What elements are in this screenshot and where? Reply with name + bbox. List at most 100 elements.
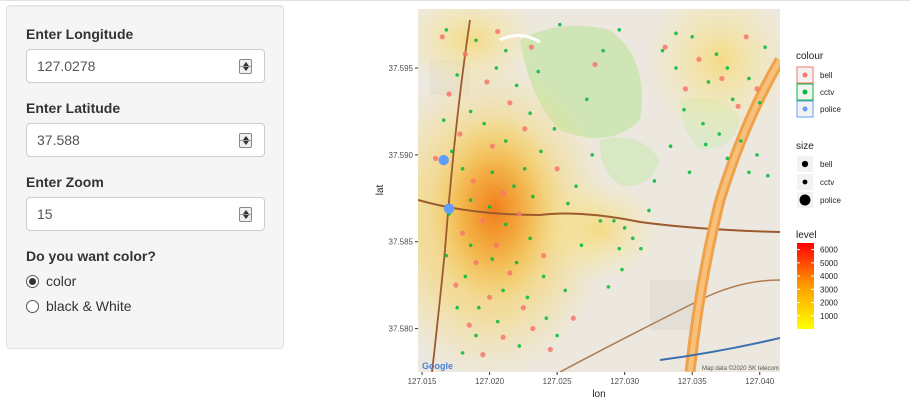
legend-label-bell: bell: [820, 71, 833, 80]
data-point-bell: [486, 294, 493, 300]
data-point-cctv: [544, 316, 549, 320]
legend-dot-bell: [802, 72, 808, 78]
data-point-bell: [743, 34, 749, 40]
data-point-cctv: [490, 170, 495, 175]
data-point-bell: [530, 325, 536, 332]
data-point-cctv: [514, 260, 519, 265]
data-point-bell: [522, 126, 528, 132]
data-point-bell: [719, 75, 725, 82]
data-point-bell: [453, 282, 459, 288]
data-point-cctv: [563, 288, 568, 293]
data-point-cctv: [539, 149, 543, 154]
data-point-bell: [735, 103, 741, 109]
data-point-cctv: [674, 66, 678, 70]
data-point-cctv: [630, 236, 635, 241]
data-point-bell: [507, 100, 513, 106]
data-point-cctv: [494, 66, 499, 70]
legend-size-dot-police: [799, 194, 811, 206]
data-point-cctv: [566, 201, 570, 206]
data-point-cctv: [606, 285, 611, 289]
data-point-cctv: [541, 274, 546, 279]
data-point-cctv: [495, 319, 500, 324]
legend-size-keys: bell cctv police: [797, 156, 841, 208]
x-axis-label: lon: [592, 389, 605, 400]
data-point-cctv: [552, 127, 557, 131]
data-point-bell: [489, 143, 495, 149]
y-tick-label: 37.585: [389, 238, 414, 247]
y-axis-label: lat: [375, 184, 386, 195]
data-point-cctv: [668, 144, 673, 149]
data-point-cctv: [682, 107, 686, 112]
data-point-cctv: [517, 344, 522, 348]
data-point-cctv: [701, 121, 705, 126]
data-point-cctv: [531, 194, 535, 199]
data-point-bell: [500, 334, 506, 340]
data-point-bell: [480, 218, 486, 224]
data-point-bell: [682, 86, 689, 92]
data-point-cctv: [514, 83, 519, 88]
data-point-cctv: [460, 166, 465, 171]
data-point-cctv: [739, 139, 743, 143]
data-point-cctv: [468, 109, 473, 114]
data-point-bell: [528, 44, 535, 50]
data-point-bell: [500, 190, 506, 196]
y-tick-label: 37.595: [389, 64, 414, 73]
x-tick-label: 127.035: [678, 377, 707, 386]
data-point-cctv: [558, 22, 562, 27]
data-point-cctv: [714, 52, 719, 56]
data-point-cctv: [763, 45, 767, 50]
level-tick-label: 2000: [820, 299, 838, 308]
data-point-bell: [662, 44, 668, 50]
data-point-cctv: [757, 100, 762, 105]
level-tick-label: 1000: [820, 312, 838, 321]
data-point-cctv: [766, 173, 770, 178]
data-point-cctv: [490, 257, 495, 261]
data-point-cctv: [528, 236, 532, 241]
data-point-bell: [466, 322, 472, 328]
data-point-cctv: [536, 69, 541, 74]
data-point-cctv: [755, 153, 759, 157]
data-point-cctv: [747, 170, 751, 175]
data-point-bell: [516, 211, 522, 217]
data-point-cctv: [555, 333, 559, 338]
y-tick-label: 37.590: [389, 151, 414, 160]
data-point-bell: [473, 259, 479, 266]
x-tick-label: 127.025: [543, 377, 572, 386]
data-point-cctv: [617, 246, 622, 251]
data-point-cctv: [585, 97, 589, 102]
data-point-cctv: [690, 34, 695, 39]
data-point-cctv: [482, 121, 486, 126]
data-point-cctv: [441, 118, 446, 122]
data-point-cctv: [617, 28, 622, 32]
data-point-cctv: [730, 97, 735, 102]
data-point-bell: [520, 305, 526, 311]
data-point-cctv: [503, 222, 508, 227]
legend-size-label-police: police: [820, 196, 841, 205]
x-tick-label: 127.015: [408, 377, 437, 386]
data-point-cctv: [598, 219, 603, 223]
data-point-cctv: [522, 166, 527, 171]
map-attribution: Map data ©2020 SK telecom: [702, 365, 779, 372]
data-point-cctv: [579, 243, 584, 248]
legend-size-dot-bell: [801, 160, 809, 168]
map-panel: Map data ©2020 SK telecom Google: [418, 9, 780, 372]
data-point-cctv: [703, 142, 708, 147]
data-point-cctv: [512, 184, 516, 188]
data-point-cctv: [460, 351, 465, 355]
data-point-cctv: [660, 48, 665, 53]
legend-label-cctv: cctv: [820, 88, 834, 97]
legend-title-colour: colour: [796, 51, 824, 62]
data-point-cctv: [687, 170, 692, 175]
data-point-bell: [446, 91, 452, 97]
data-point-cctv: [474, 333, 478, 338]
data-point-cctv: [622, 226, 627, 230]
data-point-bell: [554, 166, 560, 172]
y-tick-label: 37.580: [389, 325, 414, 334]
data-point-bell: [480, 352, 486, 358]
legend-size-dot-cctv: [802, 179, 808, 185]
data-point-cctv: [574, 184, 578, 188]
data-point-cctv: [725, 66, 730, 70]
data-point-bell: [457, 131, 463, 137]
data-point-bell: [754, 86, 760, 92]
density-area: [540, 180, 660, 280]
